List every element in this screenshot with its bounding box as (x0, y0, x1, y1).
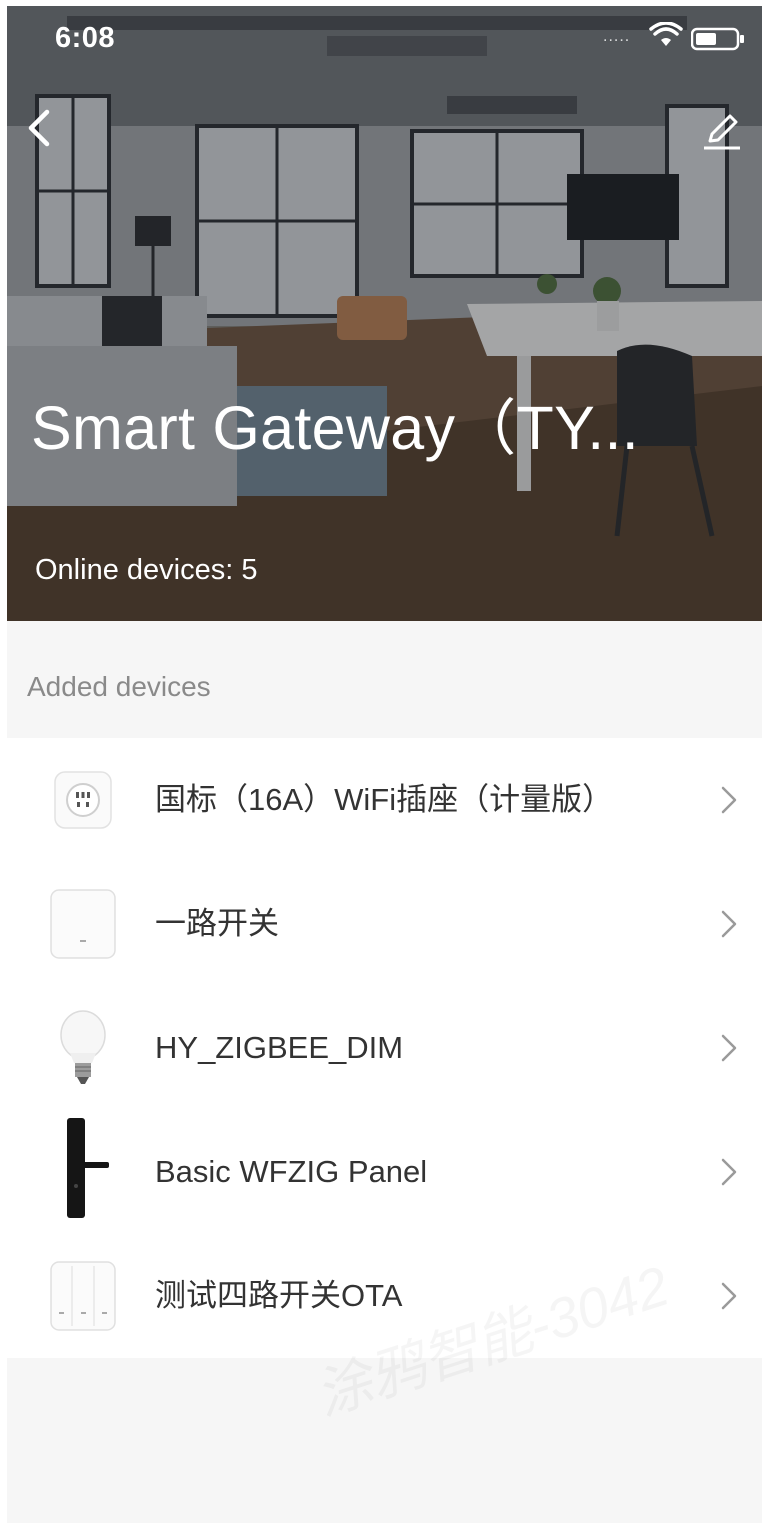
switch-3gang-icon (45, 1258, 121, 1334)
switch-1gang-icon (45, 886, 121, 962)
device-name: HY_ZIGBEE_DIM (155, 1030, 404, 1065)
device-row-socket[interactable]: 国标（16A）WiFi插座（计量版） (7, 738, 762, 862)
chevron-right-icon (721, 786, 737, 814)
device-name: 国标（16A）WiFi插座（计量版） (155, 782, 614, 817)
door-lock-icon (45, 1114, 121, 1222)
device-name: 一路开关 (155, 906, 279, 941)
device-name: Basic WFZIG Panel (155, 1154, 428, 1189)
online-devices-count: Online devices: 5 (35, 554, 258, 586)
wifi-icon (649, 22, 683, 46)
bulb-icon (45, 1010, 121, 1086)
chevron-right-icon (721, 1282, 737, 1310)
pencil-icon (704, 114, 740, 150)
chevron-right-icon (721, 1158, 737, 1186)
device-row-switch-4[interactable]: 测试四路开关OTA (7, 1234, 762, 1358)
battery-icon (691, 27, 744, 51)
header-hero: 6:08 ..... Smart Gateway（TY... Online de… (7, 6, 762, 621)
back-button[interactable] (19, 102, 59, 154)
chevron-left-icon (28, 109, 50, 147)
edit-button[interactable] (697, 106, 745, 154)
chevron-right-icon (721, 910, 737, 938)
socket-icon (45, 762, 121, 838)
device-row-panel[interactable]: Basic WFZIG Panel (7, 1110, 762, 1234)
device-row-dimmer[interactable]: HY_ZIGBEE_DIM (7, 986, 762, 1110)
status-bar: 6:08 ..... (7, 6, 762, 70)
status-time: 6:08 (55, 22, 116, 54)
device-name: 测试四路开关OTA (155, 1278, 403, 1313)
signal-dots-icon: ..... (603, 28, 631, 45)
device-row-switch-1[interactable]: 一路开关 (7, 862, 762, 986)
hero-overlay (7, 6, 762, 621)
device-list: 国标（16A）WiFi插座（计量版） 一路开关 HY_ZIGBEE_DIM Ba… (7, 738, 762, 1358)
screen: 6:08 ..... Smart Gateway（TY... Online de… (7, 6, 762, 1523)
chevron-right-icon (721, 1034, 737, 1062)
device-title: Smart Gateway（TY... (31, 394, 639, 462)
section-header-added-devices: Added devices (27, 671, 211, 702)
